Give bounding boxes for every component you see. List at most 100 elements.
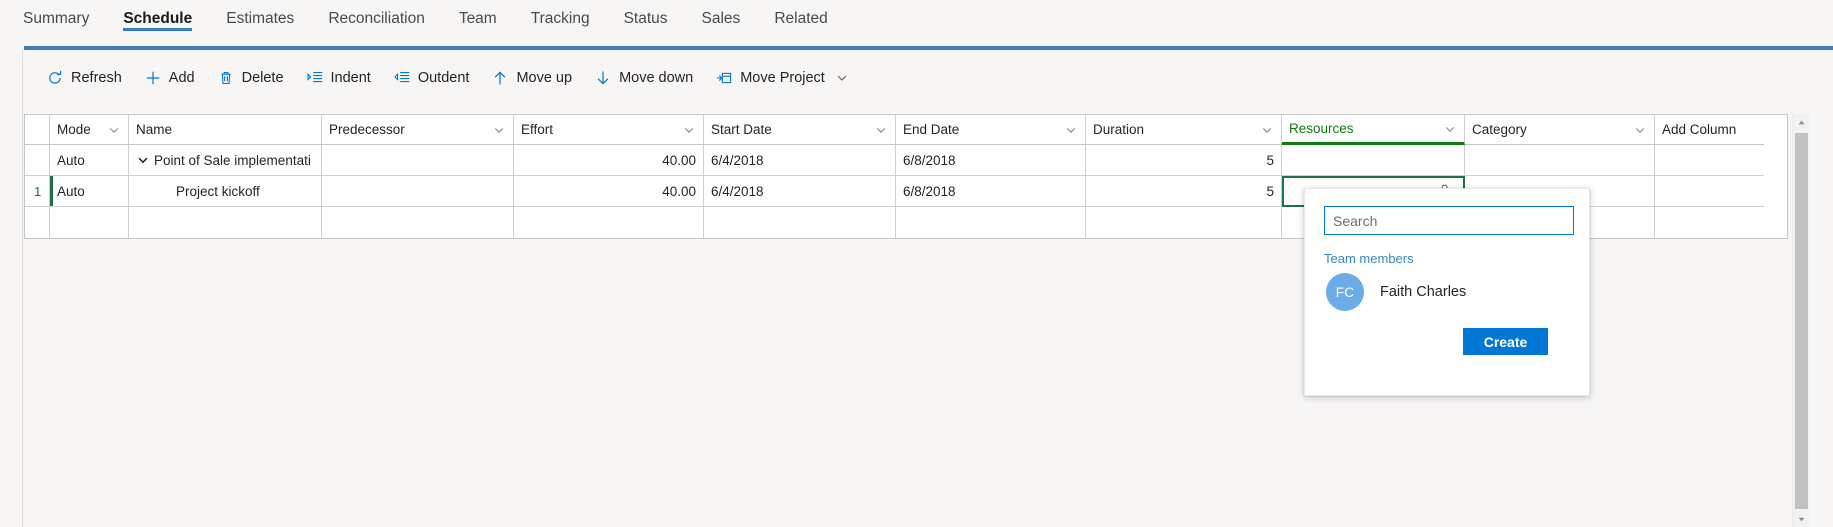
header-mode[interactable]: Mode [50, 115, 129, 145]
scrollbar-thumb[interactable] [1795, 133, 1808, 509]
cell-start-date[interactable]: 6/4/2018 [704, 145, 896, 176]
move-up-label: Move up [516, 70, 573, 86]
cell-mode[interactable] [50, 207, 129, 238]
chevron-down-icon[interactable] [1260, 123, 1274, 137]
chevron-down-icon[interactable] [835, 71, 849, 85]
cell-end-date[interactable]: 6/8/2018 [896, 176, 1086, 207]
add-label: Add [168, 70, 195, 86]
resource-picker-flyout: Team members FC Faith Charles Create [1304, 188, 1590, 396]
cell-rownum [25, 207, 50, 238]
trash-icon [217, 69, 235, 87]
scroll-down-arrow-icon[interactable] [1793, 511, 1810, 527]
chevron-down-icon[interactable] [1064, 123, 1078, 137]
cell-name[interactable]: Point of Sale implementati [129, 145, 322, 176]
header-category[interactable]: Category [1465, 115, 1655, 145]
cell-name[interactable] [129, 207, 322, 238]
search-field-wrapper[interactable] [1324, 206, 1574, 235]
grid-vertical-scrollbar[interactable] [1792, 114, 1809, 527]
primary-tab-strip: Summary Schedule Estimates Reconciliatio… [0, 0, 1833, 47]
tab-tracking[interactable]: Tracking [514, 0, 607, 40]
chevron-down-icon[interactable] [1633, 123, 1647, 137]
refresh-button[interactable]: Refresh [46, 69, 122, 87]
refresh-label: Refresh [71, 70, 122, 86]
header-resources[interactable]: Resources [1282, 115, 1465, 145]
plus-icon [144, 69, 162, 87]
cell-add-column[interactable] [1655, 207, 1764, 238]
left-vertical-rule [22, 50, 23, 527]
list-item[interactable]: FC Faith Charles [1326, 269, 1574, 315]
tab-label: Schedule [123, 10, 193, 27]
cell-start-date[interactable]: 6/4/2018 [704, 176, 896, 207]
cell-duration[interactable]: 5 [1086, 176, 1282, 207]
chevron-down-icon[interactable] [136, 154, 149, 167]
indent-button[interactable]: Indent [306, 69, 371, 87]
chevron-down-icon[interactable] [492, 123, 506, 137]
tab-reconciliation[interactable]: Reconciliation [311, 0, 442, 40]
cell-add-column[interactable] [1655, 145, 1764, 176]
create-button[interactable]: Create [1463, 328, 1548, 355]
cell-duration[interactable]: 5 [1086, 145, 1282, 176]
chevron-down-icon[interactable] [682, 123, 696, 137]
tab-sales[interactable]: Sales [685, 0, 758, 40]
person-name: Faith Charles [1380, 284, 1467, 300]
arrow-down-icon [594, 69, 612, 87]
move-down-button[interactable]: Move down [594, 69, 693, 87]
tab-status[interactable]: Status [607, 0, 685, 40]
cell-add-column[interactable] [1655, 176, 1764, 207]
header-predecessor[interactable]: Predecessor [322, 115, 514, 145]
move-project-button[interactable]: Move Project [715, 69, 849, 87]
cell-name[interactable]: Project kickoff [129, 176, 322, 207]
tab-summary[interactable]: Summary [6, 0, 106, 40]
tab-label: Tracking [530, 10, 590, 27]
team-members-label: Team members [1324, 251, 1414, 266]
header-label: Resources [1289, 121, 1354, 136]
header-effort[interactable]: Effort [514, 115, 704, 145]
cell-effort[interactable] [514, 207, 704, 238]
header-label: Start Date [711, 122, 772, 137]
chevron-down-icon[interactable] [107, 123, 121, 137]
header-label: Name [136, 122, 173, 137]
tab-schedule[interactable]: Schedule [106, 0, 209, 40]
search-input[interactable] [1333, 212, 1565, 229]
row-number: 1 [34, 183, 42, 199]
header-duration[interactable]: Duration [1086, 115, 1282, 145]
move-down-label: Move down [619, 70, 694, 86]
cell-rownum [25, 145, 50, 176]
arrow-up-icon [491, 69, 509, 87]
indent-icon [306, 69, 324, 87]
header-label: Add Column [1662, 122, 1737, 137]
move-up-button[interactable]: Move up [491, 69, 572, 87]
tab-strip-divider [24, 46, 1833, 50]
refresh-icon [46, 69, 64, 87]
cell-effort[interactable]: 40.00 [514, 145, 704, 176]
scroll-up-arrow-icon[interactable] [1793, 114, 1810, 131]
cell-end-date[interactable]: 6/8/2018 [896, 145, 1086, 176]
header-end-date[interactable]: End Date [896, 115, 1086, 145]
cell-start-date[interactable] [704, 207, 896, 238]
cell-predecessor[interactable] [322, 176, 514, 207]
cell-end-date[interactable] [896, 207, 1086, 238]
header-label: Mode [57, 122, 91, 137]
cell-category[interactable] [1465, 145, 1655, 176]
tab-team[interactable]: Team [442, 0, 514, 40]
chevron-down-icon[interactable] [1443, 122, 1457, 136]
cell-duration[interactable] [1086, 207, 1282, 238]
header-rownum [25, 115, 50, 145]
cell-resources[interactable] [1282, 145, 1465, 176]
tab-estimates[interactable]: Estimates [209, 0, 311, 40]
tab-related[interactable]: Related [757, 0, 844, 40]
cell-effort[interactable]: 40.00 [514, 176, 704, 207]
cell-predecessor[interactable] [322, 145, 514, 176]
chevron-down-icon[interactable] [874, 123, 888, 137]
outdent-button[interactable]: Outdent [393, 69, 469, 87]
add-button[interactable]: Add [144, 69, 195, 87]
cell-predecessor[interactable] [322, 207, 514, 238]
table-row[interactable]: Auto Point of Sale implementati 40.00 6/… [25, 145, 1787, 176]
cell-mode[interactable]: Auto [50, 176, 129, 207]
cell-mode[interactable]: Auto [50, 145, 129, 176]
tab-label: Reconciliation [328, 10, 425, 27]
header-start-date[interactable]: Start Date [704, 115, 896, 145]
header-name[interactable]: Name [129, 115, 322, 145]
delete-button[interactable]: Delete [217, 69, 284, 87]
header-add-column[interactable]: Add Column [1655, 115, 1764, 145]
